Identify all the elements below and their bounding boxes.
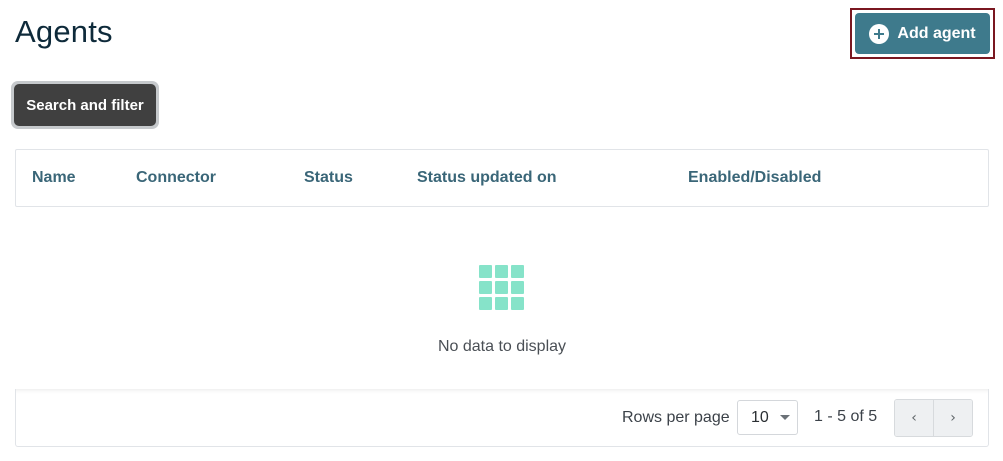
agents-page: Agents Add agent Search and filter Name … [0, 0, 1003, 461]
search-filter-focus-ring: Search and filter [11, 81, 159, 129]
add-agent-focus-ring: Add agent [850, 8, 995, 59]
previous-page-button[interactable]: ‹ [895, 400, 934, 436]
table-footer: Rows per page 10 1 - 5 of 5 ‹ › [15, 389, 989, 447]
add-agent-button[interactable]: Add agent [855, 13, 990, 54]
column-header-status-updated-on[interactable]: Status updated on [417, 169, 557, 187]
chevron-right-icon: › [950, 410, 956, 426]
column-header-connector[interactable]: Connector [136, 169, 216, 187]
table-header: Name Connector Status Status updated on … [15, 149, 989, 207]
rows-per-page-label: Rows per page [622, 409, 730, 426]
rows-per-page-value: 10 [751, 409, 769, 426]
column-header-status[interactable]: Status [304, 169, 353, 187]
page-title: Agents [15, 14, 113, 49]
pagination-controls: ‹ › [894, 399, 973, 437]
empty-message: No data to display [437, 338, 567, 355]
search-and-filter-button[interactable]: Search and filter [14, 84, 156, 126]
chevron-left-icon: ‹ [911, 410, 917, 426]
column-header-enabled-disabled[interactable]: Enabled/Disabled [688, 169, 821, 187]
empty-state: No data to display [15, 207, 989, 389]
rows-per-page-select[interactable]: 10 [737, 400, 798, 435]
caret-down-icon [780, 415, 790, 420]
grid-icon [479, 265, 524, 310]
add-agent-label: Add agent [897, 24, 976, 42]
next-page-button[interactable]: › [934, 400, 972, 436]
plus-circle-icon [869, 23, 890, 44]
pagination-range: 1 - 5 of 5 [814, 408, 878, 425]
column-header-name[interactable]: Name [32, 169, 76, 187]
